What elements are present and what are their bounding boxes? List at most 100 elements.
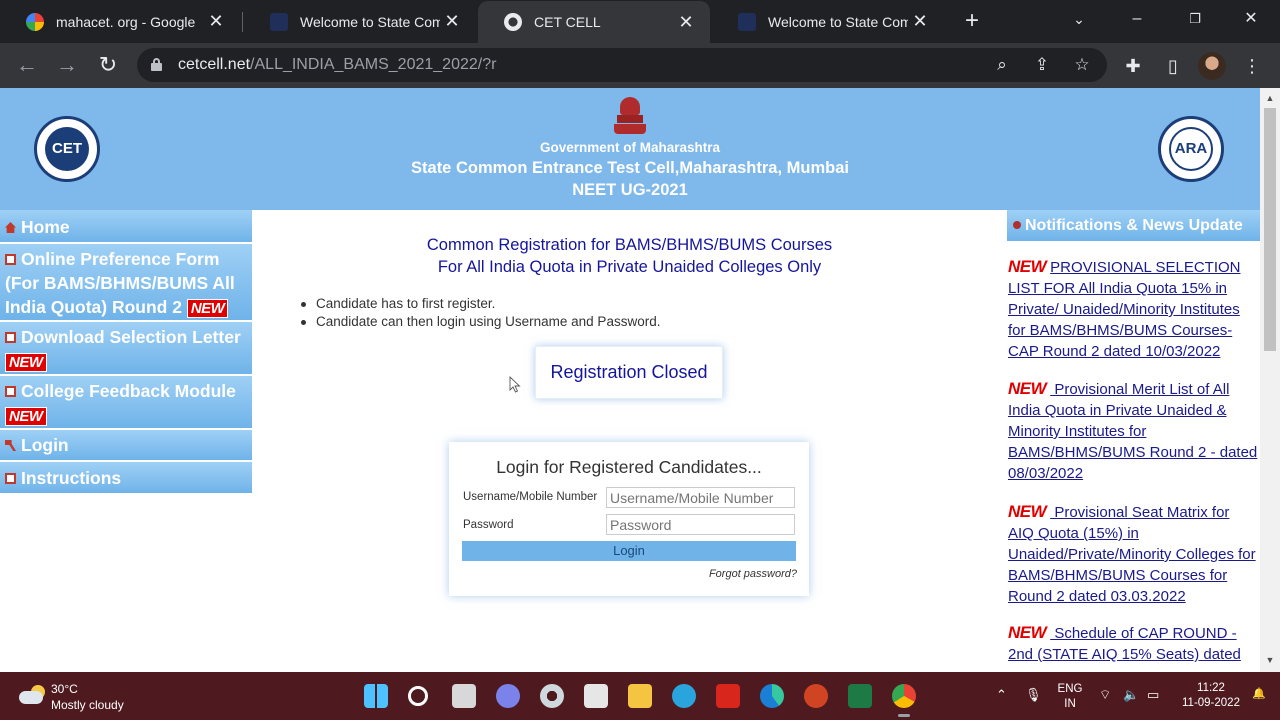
zoom-icon[interactable]: ⌕ [991,54,1013,76]
main-content: Common Registration for BAMS/BHMS/BUMS C… [253,210,1006,672]
windows-start-icon[interactable] [364,684,388,708]
new-tab-button[interactable]: + [958,7,986,35]
globe-icon [504,13,522,31]
edit-icon [5,254,16,265]
state-emblem-icon [614,97,646,137]
inkscape-icon[interactable] [584,684,608,708]
password-label: Password [463,519,514,531]
page-scrollbar[interactable]: ▲ ▼ [1260,88,1280,672]
tab-google[interactable]: mahacet. org - Google ✕ [0,0,240,43]
sidebar-item-login[interactable]: Login [0,430,252,460]
edit-icon [5,386,16,397]
back-arrow-icon[interactable]: ← [12,51,42,81]
wifi-icon[interactable]: ⌔ [1099,687,1111,703]
sidebar-item-selection-letter[interactable]: Download Selection Letter NEW [0,322,252,374]
url-text[interactable]: cetcell.net/ALL_INDIA_BAMS_2021_2022/?r [178,56,496,74]
file-explorer-icon[interactable] [628,684,652,708]
weather-temperature[interactable]: 30°C [51,682,78,696]
scroll-thumb[interactable] [1264,108,1276,351]
language-indicator[interactable]: ENG [1055,683,1085,695]
task-view-icon[interactable] [452,684,476,708]
edit-icon [5,473,16,484]
notification-icon[interactable]: 🔔 [1252,687,1266,700]
profile-avatar[interactable] [1198,52,1226,80]
restore-button[interactable]: ❐ [1166,0,1224,40]
page-subtitle: For All India Quota in Private Unaided C… [437,258,822,276]
new-badge: NEW [1008,379,1047,398]
list-item: Candidate can then login using Username … [299,313,660,331]
powerpoint-icon[interactable] [804,684,828,708]
battery-icon[interactable]: ▭ [1147,687,1159,703]
ara-logo: ARA [1158,116,1224,182]
bookmark-star-icon[interactable]: ☆ [1071,54,1093,76]
tab-strip: mahacet. org - Google ✕ Welcome to State… [0,0,1280,43]
address-bar[interactable]: cetcell.net/ALL_INDIA_BAMS_2021_2022/?r … [137,48,1107,82]
weather-cloud-icon[interactable] [19,685,47,705]
teams-icon[interactable] [496,684,520,708]
language-region[interactable]: IN [1055,698,1085,710]
sidebar-item-feedback[interactable]: College Feedback Module NEW [0,376,252,428]
web-page: CET Government of Maharashtra State Comm… [0,88,1260,672]
browser-toolbar: ← → ↻ cetcell.net/ALL_INDIA_BAMS_2021_20… [0,43,1280,88]
scroll-down-icon[interactable]: ▼ [1260,655,1280,665]
chevron-up-icon[interactable]: ⌃ [996,687,1007,703]
side-panel-icon[interactable]: ▯ [1161,54,1185,78]
edge-icon[interactable] [760,684,784,708]
new-badge: NEW [186,299,229,318]
window-close-button[interactable]: ✕ [1222,0,1280,40]
news-heading: Notifications & News Update [1007,210,1260,241]
news-item: NEW Provisional Merit List of All India … [1008,378,1258,484]
minimize-button[interactable]: – [1108,0,1166,40]
menu-kebab-icon[interactable]: ⋮ [1240,54,1264,78]
scroll-up-icon[interactable]: ▲ [1260,93,1280,103]
password-input[interactable] [606,514,795,535]
weather-description[interactable]: Mostly cloudy [51,698,124,712]
acrobat-icon[interactable] [716,684,740,708]
excel-icon[interactable] [848,684,872,708]
forward-arrow-icon[interactable]: → [52,51,82,81]
close-icon[interactable]: ✕ [674,12,698,33]
bullet-icon [1013,221,1021,229]
header-government: Government of Maharashtra [539,140,721,155]
chrome-icon[interactable] [892,684,916,717]
app-icon[interactable] [540,684,564,708]
new-badge: NEW [1008,502,1047,521]
close-icon[interactable]: ✕ [908,11,932,32]
volume-icon[interactable]: 🔈 [1123,687,1139,703]
site-icon [738,12,756,31]
list-item: Candidate has to first register. [299,295,660,313]
microphone-icon[interactable]: 🎙 [1025,687,1042,703]
tab-welcome-1[interactable]: Welcome to State Com ✕ [244,0,476,43]
tab-search-icon[interactable]: ⌄ [1050,0,1108,40]
clock-date[interactable]: 11-09-2022 [1172,697,1250,709]
instructions-list: Candidate has to first register. Candida… [299,295,660,331]
search-icon[interactable] [408,686,428,706]
telegram-icon[interactable] [672,684,696,708]
left-sidebar: Home Online Preference Form (For BAMS/BH… [0,210,252,672]
login-form: Login for Registered Candidates... Usern… [449,442,809,596]
tab-cet-cell[interactable]: CET CELL ✕ [478,1,710,43]
sidebar-item-preference-form[interactable]: Online Preference Form (For BAMS/BHMS/BU… [0,244,252,320]
extensions-icon[interactable]: ✚ [1121,54,1145,78]
reload-icon[interactable]: ↻ [93,51,123,81]
forgot-password-link[interactable]: Forgot password? [709,568,797,580]
lock-icon [151,58,162,71]
news-item: NEW PROVISIONAL SELECTION LIST FOR All In… [1008,256,1258,362]
login-button[interactable]: Login [462,541,796,561]
close-icon[interactable]: ✕ [204,11,228,32]
site-header: CET Government of Maharashtra State Comm… [0,88,1260,210]
header-exam: NEET UG-2021 [572,181,688,199]
news-panel: Notifications & News Update NEW PROVISION… [1007,210,1260,672]
close-icon[interactable]: ✕ [440,11,464,32]
username-input[interactable] [606,487,795,508]
username-label: Username/Mobile Number [463,491,598,503]
share-icon[interactable]: ⇪ [1031,54,1053,76]
page-title: Common Registration for BAMS/BHMS/BUMS C… [426,236,833,254]
new-badge: NEW [5,407,47,426]
clock-time[interactable]: 11:22 [1172,682,1250,694]
tab-welcome-2[interactable]: Welcome to State Com ✕ [712,0,944,43]
tab-separator [242,12,243,32]
sidebar-item-home[interactable]: Home [0,210,252,242]
registration-status: Registration Closed [535,346,723,399]
sidebar-item-instructions[interactable]: Instructions [0,462,252,493]
